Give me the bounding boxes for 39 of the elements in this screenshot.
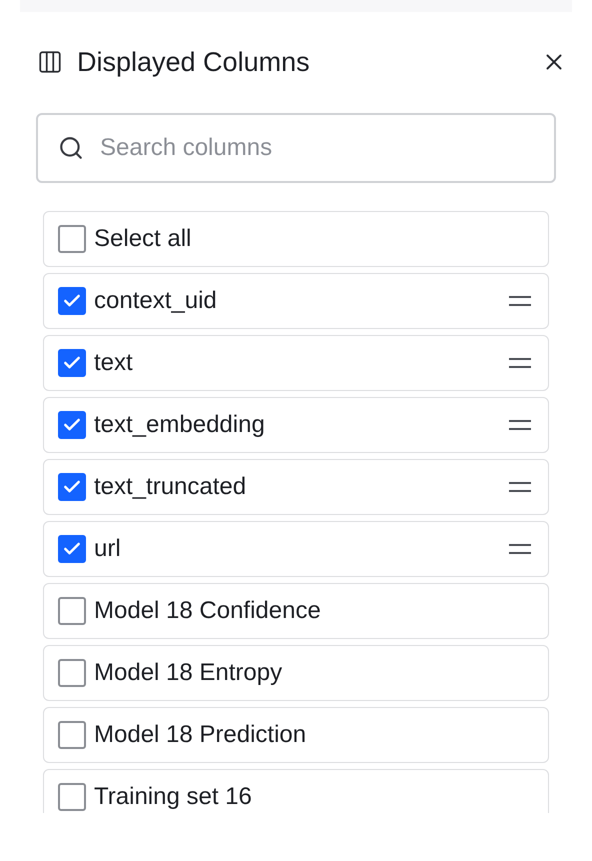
option-label: text	[94, 348, 134, 378]
drag-handle-icon[interactable]	[508, 294, 532, 308]
checkbox[interactable]	[58, 225, 86, 253]
option-label: Select all	[94, 224, 192, 254]
columns-icon	[37, 49, 63, 75]
option-label: text_embedding	[94, 410, 266, 440]
search-field[interactable]: Search columns	[36, 113, 556, 183]
drag-handle-icon[interactable]	[508, 356, 532, 370]
column-option[interactable]: text_embedding	[43, 397, 549, 453]
column-option[interactable]: text	[43, 335, 549, 391]
column-option[interactable]: Model 18 Confidence	[43, 583, 549, 639]
drag-handle-icon[interactable]	[508, 480, 532, 494]
column-option[interactable]: context_uid	[43, 273, 549, 329]
column-option[interactable]: url	[43, 521, 549, 577]
checkbox[interactable]	[58, 535, 86, 563]
column-option[interactable]: text_truncated	[43, 459, 549, 515]
panel-title: Displayed Columns	[77, 46, 311, 79]
drag-handle-icon[interactable]	[508, 542, 532, 556]
option-label: context_uid	[94, 286, 218, 316]
checkbox[interactable]	[58, 287, 86, 315]
option-label: Model 18 Entropy	[94, 658, 284, 688]
search-icon	[58, 135, 84, 161]
checkbox[interactable]	[58, 659, 86, 687]
option-label: Model 18 Prediction	[94, 720, 308, 750]
checkbox[interactable]	[58, 597, 86, 625]
column-option[interactable]: Model 18 Prediction	[43, 707, 549, 763]
checkbox[interactable]	[58, 411, 86, 439]
checkbox[interactable]	[58, 349, 86, 377]
column-option[interactable]: Select all	[43, 211, 549, 267]
checkbox[interactable]	[58, 473, 86, 501]
checkbox[interactable]	[58, 721, 86, 749]
option-label: Training set 16	[94, 782, 253, 812]
column-option[interactable]: Model 18 Entropy	[43, 645, 549, 701]
option-label: Model 18 Confidence	[94, 596, 322, 626]
option-label: url	[94, 534, 122, 564]
column-option[interactable]: Training set 16	[43, 769, 549, 813]
option-label: text_truncated	[94, 472, 248, 502]
drag-handle-icon[interactable]	[508, 418, 532, 432]
checkbox[interactable]	[58, 783, 86, 811]
